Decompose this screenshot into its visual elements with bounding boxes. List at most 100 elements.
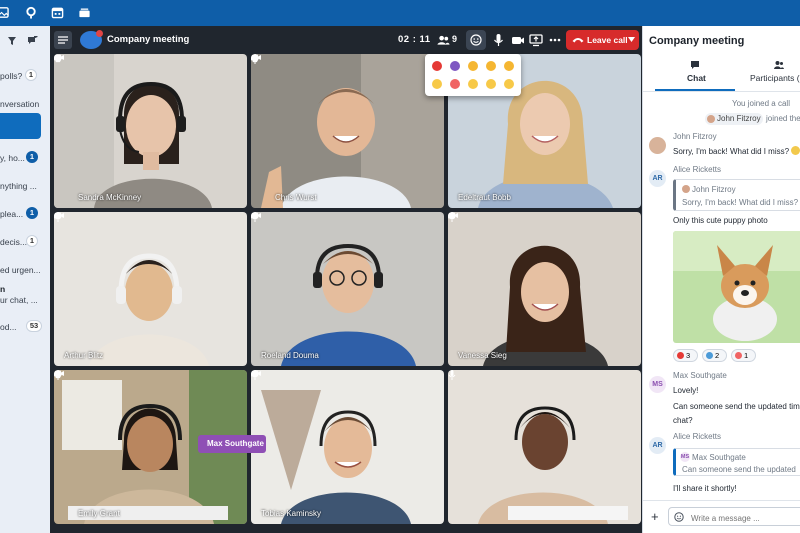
participants-icon[interactable] [437,33,450,47]
house-icon [706,352,713,359]
tab-label: Participants (1 [750,73,800,83]
speaker-name-tag: Max Southgate [198,435,266,453]
camera-icon[interactable] [511,33,525,47]
video-tile[interactable]: Chris Wurst [251,54,444,208]
sidebar-item[interactable]: nversation [0,94,50,116]
avatar: AR [649,437,666,454]
sidebar-item-label: decis... [0,237,27,247]
search-icon[interactable] [25,6,38,19]
shared-photo[interactable] [673,231,800,343]
sidebar-item[interactable]: plea... 1 [0,202,50,224]
camera-icon [251,54,261,61]
reaction-chip[interactable]: 2 [702,349,727,362]
tab-participants[interactable]: Participants (1 [750,60,800,90]
message-author: Max Southgate [673,371,727,380]
sidebar-item-label: nversation [0,99,40,109]
sidebar-item-label: polls? [0,71,23,81]
speaker-name: Max Southgate [207,439,264,448]
message-text: Lovely! [673,386,699,395]
quoted-message: MS Max Southgate Can someone send the up… [673,448,800,476]
thumbs-down-reaction[interactable] [504,61,514,71]
camera-icon [54,54,64,61]
quote-text: Can someone send the updated [682,465,796,474]
message-input[interactable] [668,507,800,526]
sidebar-item[interactable]: y, ho... 1 [0,146,50,168]
sidebar-item[interactable]: od... 53 [0,316,50,338]
tab-chat[interactable]: Chat [683,60,713,90]
reactions-popup [425,54,521,96]
participant-video [251,54,444,208]
reaction-count: 3 [686,351,691,360]
participant-video [448,370,641,524]
participant-name: Sandra McKinney [78,193,142,202]
filter-icon[interactable] [8,37,16,45]
video-tile[interactable]: Arthur Blitz [54,212,247,366]
participant-name: Chris Wurst [275,193,317,202]
leave-call-label: Leave call [587,35,628,45]
reaction-chip[interactable]: 3 [673,349,698,362]
heart-eyes-reaction[interactable] [450,79,460,89]
calendar-icon[interactable] [51,6,64,19]
avatar: MS [680,452,690,462]
leave-call-button[interactable]: Leave call [566,30,639,50]
laugh-reaction[interactable] [432,79,442,89]
files-icon[interactable] [78,6,91,19]
camera-icon [251,370,261,377]
message-text: Sorry, I'm back! What did I miss? [673,147,790,156]
divider [643,91,800,92]
sidebar-item-label: od... [0,322,17,332]
thumbs-up-reaction[interactable] [486,61,496,71]
camera-icon [251,212,261,219]
surprised-reaction[interactable] [486,79,496,89]
sidebar-item-label: n [0,284,6,294]
clap-reaction[interactable] [468,61,478,71]
heart-reaction[interactable] [432,61,442,71]
sidebar-item[interactable]: polls? 1 [0,66,50,88]
share-screen-icon[interactable] [529,33,543,47]
microphone-icon[interactable] [493,33,504,47]
menu-icon [58,36,68,44]
chevron-down-icon[interactable] [628,37,635,43]
sidebar-item[interactable]: n ur chat, ... [0,278,50,308]
crying-reaction[interactable] [504,79,514,89]
participant-video [251,212,444,366]
reaction-chip[interactable]: 1 [731,349,756,362]
chat-panel: Company meeting Chat Participants (1 You… [642,26,800,533]
participant-video [54,212,247,366]
emoji-picker-icon[interactable] [674,512,684,522]
reaction-count: 2 [715,351,720,360]
party-reaction[interactable] [450,61,460,71]
sidebar-item[interactable]: ed urgen... [0,258,50,280]
meeting-avatar [80,30,103,49]
sidebar-item[interactable]: nything ... [0,174,50,196]
video-tile[interactable]: Vanessa Sieg [448,212,641,366]
sidebar-item[interactable]: decis... 1 [0,230,50,252]
more-icon[interactable] [548,33,562,47]
participant-count: 9 [452,34,458,44]
panel-title: Company meeting [649,35,745,47]
new-chat-icon[interactable] [27,36,38,46]
avatar: AR [649,170,666,187]
camera-icon [54,212,64,219]
message-text: Only this cute puppy photo [673,216,768,225]
tab-label: Chat [687,73,706,83]
participant-video [54,54,247,208]
sidebar-item-preview: ur chat, ... [0,295,38,305]
sidebar-active-item[interactable] [0,113,41,139]
menu-button[interactable] [54,31,72,49]
app-top-bar [0,0,800,26]
reactions-button[interactable] [466,30,486,50]
add-attachment-icon[interactable]: + [651,509,659,524]
image-icon[interactable] [0,6,9,19]
camera-icon [54,370,64,377]
video-tile[interactable]: Tobias Kaminsky [251,370,444,524]
participant-name: Arthur Blitz [64,351,104,360]
participant-video [251,370,444,524]
video-tile[interactable]: Roeland Douma [251,212,444,366]
chat-icon [691,61,699,69]
think-reaction[interactable] [468,79,478,89]
avatar [682,185,690,193]
chat-list-sidebar: polls? 1 nversation y, ho... 1 nything .… [0,26,50,533]
video-tile[interactable] [448,370,641,524]
video-tile[interactable]: Sandra McKinney [54,54,247,208]
